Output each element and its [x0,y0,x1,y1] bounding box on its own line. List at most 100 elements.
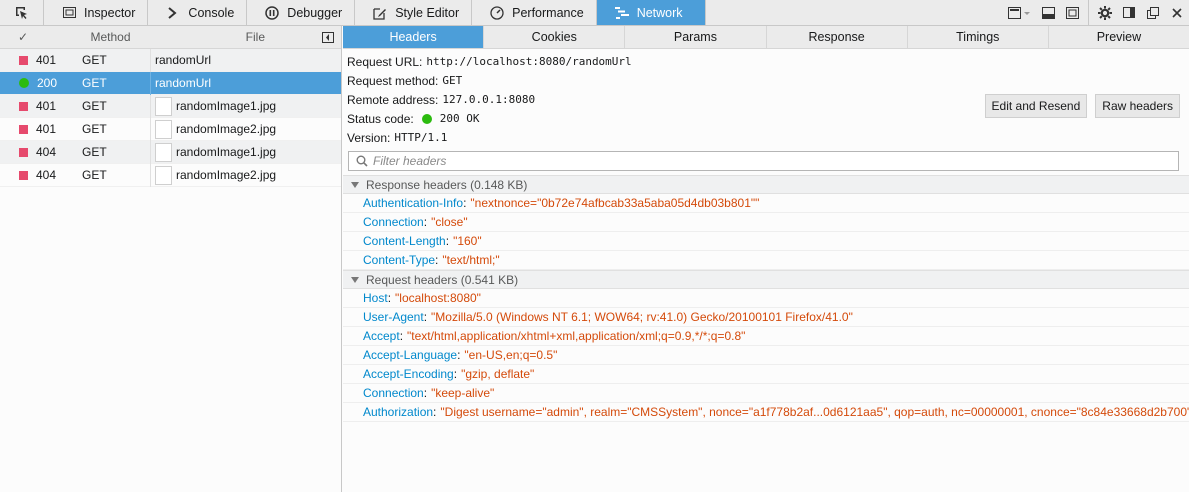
file-cell: randomImage2.jpg [150,117,341,141]
toolbar-divider [1088,0,1089,26]
dock-side-icon [1123,7,1135,18]
status-cell: 401 [0,53,70,67]
header-name: Connection [363,215,424,229]
header-row[interactable]: Connection: "keep-alive" [343,384,1189,403]
file-cell: randomUrl [150,71,341,95]
request-row[interactable]: 401 GET randomUrl [0,48,341,72]
request-row[interactable]: 404 GET randomImage1.jpg [0,140,341,164]
file-name: randomUrl [155,53,212,67]
header-row[interactable]: User-Agent: "Mozilla/5.0 (Windows NT 6.1;… [343,308,1189,327]
edit-and-resend-button[interactable]: Edit and Resend [984,94,1088,118]
header-name: User-Agent [363,310,424,324]
status-error-icon [19,124,28,134]
image-thumbnail [155,165,172,185]
tab-response[interactable]: Response [767,26,908,48]
tab-debugger[interactable]: Debugger [247,0,356,25]
file-name: randomImage1.jpg [176,145,277,159]
details-tabs: Headers Cookies Params Response Timings … [343,26,1189,49]
undock-button[interactable] [1141,0,1165,26]
settings-button[interactable] [1093,0,1117,26]
file-name: randomImage2.jpg [176,122,277,136]
header-row[interactable]: Accept: "text/html,application/xhtml+xml,… [343,327,1189,346]
header-name: Connection [363,386,424,400]
tab-headers[interactable]: Headers [343,26,485,48]
header-separator: : [423,215,428,229]
header-row[interactable]: Connection: "close" [343,213,1189,232]
header-row[interactable]: Accept-Encoding: "gzip, deflate" [343,365,1189,384]
response-headers-title: Response headers (0.148 KB) [366,177,528,192]
close-icon [1172,7,1182,18]
filter-headers-input[interactable]: Filter headers [348,151,1179,171]
request-row[interactable]: 401 GET randomImage2.jpg [0,117,341,141]
column-file[interactable]: File [150,30,315,44]
status-cell: 404 [0,168,70,182]
split-console-button[interactable] [1036,0,1060,26]
screenshot-button[interactable] [1060,0,1084,26]
responsive-design-button[interactable] [1002,0,1036,26]
request-row[interactable]: 401 GET randomImage1.jpg [0,94,341,118]
header-row[interactable]: Content-Length: "160" [343,232,1189,251]
status-ok-icon [421,113,432,124]
header-row[interactable]: Accept-Language: "en-US,en;q=0.5" [343,346,1189,365]
header-row[interactable]: Authorization: "Digest username="admin", … [343,403,1189,422]
request-headers-section[interactable]: Request headers (0.541 KB) [343,270,1189,289]
tab-style-editor[interactable]: Style Editor [355,0,473,25]
undock-icon [1147,6,1159,19]
status-code: 200 [37,76,58,90]
header-separator: : [435,253,439,267]
collapse-triangle-icon [351,181,359,188]
column-method[interactable]: Method [70,30,150,44]
dock-side-button[interactable] [1117,0,1141,26]
header-row[interactable]: Host: "localhost:8080" [343,289,1189,308]
tab-params[interactable]: Params [625,26,767,48]
header-separator: : [423,386,428,400]
status-code: 404 [36,168,57,182]
image-thumbnail [155,96,172,116]
status-error-icon [19,101,28,111]
raw-headers-button[interactable]: Raw headers [1095,94,1180,118]
tab-console[interactable]: Console [148,0,248,25]
request-summary: Request URL: http://localhost:8080/rando… [343,49,1189,147]
sidebar-toggle-icon [322,31,334,43]
tab-network[interactable]: Network [596,0,706,25]
responsive-design-icon [1008,6,1030,19]
header-value: "Digest username="admin", realm="CMSSyst… [440,405,1189,419]
request-url-line: Request URL: http://localhost:8080/rando… [347,52,1189,71]
request-row[interactable]: 200 GET randomUrl [0,71,341,95]
header-value: "close" [431,215,468,229]
tab-timings[interactable]: Timings [908,26,1049,48]
tab-performance[interactable]: Performance [472,0,597,25]
column-status[interactable]: ✓ [0,30,70,44]
file-name: randomImage2.jpg [176,168,277,182]
header-row[interactable]: Authentication-Info: "nextnonce="0b72e74a… [343,194,1189,213]
tab-cookies[interactable]: Cookies [484,26,626,48]
close-button[interactable] [1165,0,1189,26]
header-separator: : [457,348,461,362]
version-line: Version: HTTP/1.1 [347,128,1189,147]
status-code-label: Status code: [347,111,414,126]
status-code: 404 [36,145,57,159]
header-separator: : [423,310,428,324]
header-value: "160" [453,234,482,248]
element-picker-button[interactable] [0,0,44,25]
header-row[interactable]: Content-Type: "text/html;" [343,251,1189,270]
header-separator: : [387,291,392,305]
header-value: "Mozilla/5.0 (Windows NT 6.1; WOW64; rv:… [431,310,853,324]
header-value: "text/html;" [442,253,500,267]
request-row[interactable]: 404 GET randomImage2.jpg [0,163,341,187]
tab-network-label: Network [636,5,683,20]
file-cell: randomImage1.jpg [150,140,341,164]
toggle-sidebar-button[interactable] [315,31,341,43]
search-icon [356,155,368,167]
status-code: 401 [36,53,57,67]
header-name: Accept-Encoding [363,367,454,381]
response-headers-section[interactable]: Response headers (0.148 KB) [343,175,1189,194]
filter-headers-placeholder: Filter headers [373,154,447,168]
header-separator: : [453,367,458,381]
tab-preview[interactable]: Preview [1049,26,1189,48]
request-list: ✓ Method File 401 GET randomUrl 200 GET rando… [0,26,342,492]
tab-inspector[interactable]: Inspector [44,0,149,25]
header-value: "text/html,application/xhtml+xml,applica… [407,329,746,343]
request-details-pane: Headers Cookies Params Response Timings … [343,26,1189,492]
request-headers-title: Request headers (0.541 KB) [366,272,519,287]
